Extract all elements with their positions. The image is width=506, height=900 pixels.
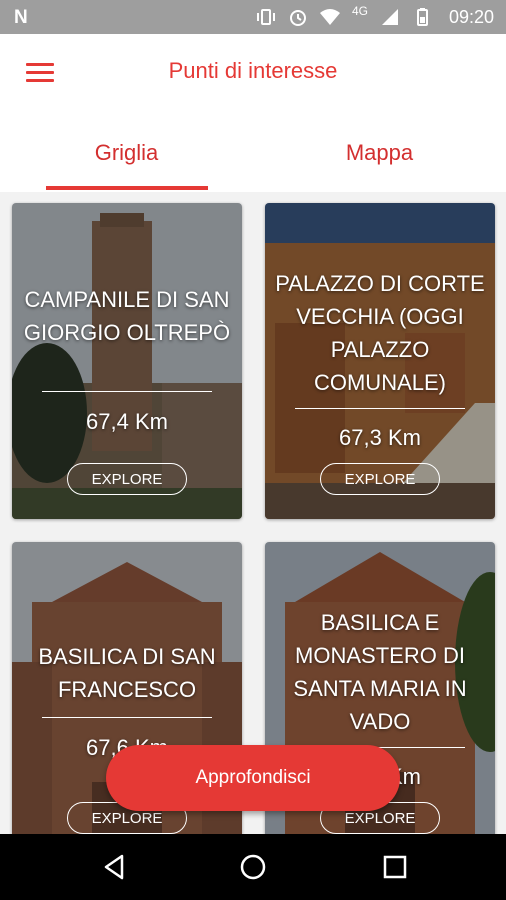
poi-title: CAMPANILE DI SAN GIORGIO OLTREPÒ: [23, 287, 231, 345]
poi-card[interactable]: PALAZZO DI CORTE VECCHIA (OGGI PALAZZO C…: [265, 203, 495, 519]
poi-distance: 67,4 Km: [86, 409, 168, 434]
card-divider: [42, 717, 212, 718]
poi-title: PALAZZO DI CORTE VECCHIA (OGGI PALAZZO C…: [275, 271, 485, 395]
poi-title: BASILICA E MONASTERO DI SANTA MARIA IN V…: [293, 610, 467, 734]
wifi-icon: [319, 9, 340, 25]
poi-card[interactable]: CAMPANILE DI SAN GIORGIO OLTREPÒ 67,4 Km…: [12, 203, 242, 519]
tab-mappa[interactable]: Mappa: [253, 140, 506, 166]
tab-indicator: [46, 186, 208, 190]
poi-grid: CAMPANILE DI SAN GIORGIO OLTREPÒ 67,4 Km…: [0, 192, 506, 834]
back-icon[interactable]: [100, 852, 130, 882]
tab-bar: Griglia Mappa: [0, 114, 506, 193]
explore-button[interactable]: EXPLORE: [320, 463, 440, 495]
recents-icon[interactable]: [380, 852, 410, 882]
approfondisci-button[interactable]: Approfondisci: [106, 745, 400, 811]
vibrate-icon: [256, 9, 275, 25]
poi-distance: 67,3 Km: [339, 425, 421, 450]
status-bar: N 4G 09:20: [0, 0, 506, 34]
cell-signal-icon: [382, 9, 398, 25]
card-divider: [295, 408, 465, 409]
poi-title: BASILICA DI SAN FRANCESCO: [38, 644, 216, 702]
status-icons: 4G: [256, 4, 432, 27]
notification-n-icon: N: [14, 7, 28, 28]
alarm-icon: [289, 10, 306, 26]
card-divider: [42, 391, 212, 392]
clock: 09:20: [448, 7, 494, 27]
system-nav-bar: [0, 834, 506, 900]
page-title: Punti di interesse: [168, 58, 338, 83]
tab-griglia[interactable]: Griglia: [0, 140, 253, 166]
network-type: 4G: [351, 4, 368, 18]
app-bar: Punti di interesse: [0, 34, 506, 114]
home-icon[interactable]: [238, 852, 268, 882]
explore-button[interactable]: EXPLORE: [67, 463, 187, 495]
battery-icon: [417, 8, 428, 26]
